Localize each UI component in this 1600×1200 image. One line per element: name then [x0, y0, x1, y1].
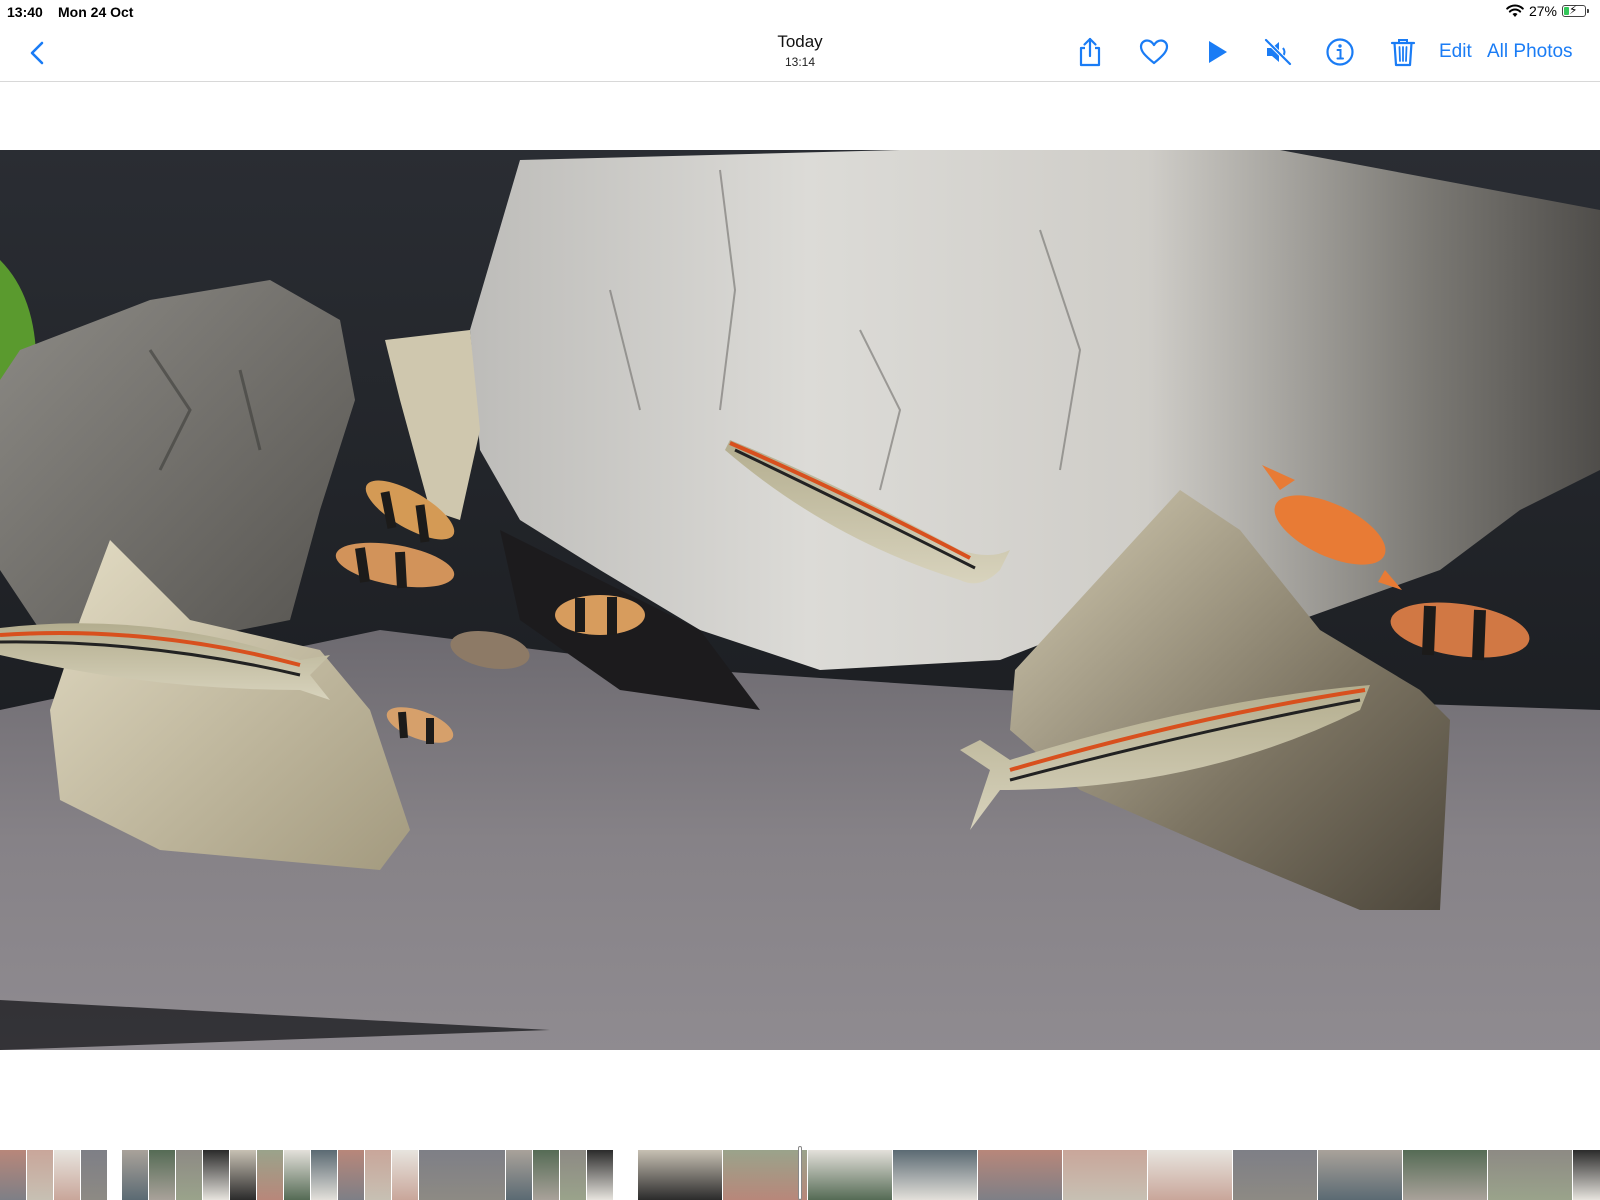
- status-bar: 13:40 Mon 24 Oct 27% ⚡: [0, 0, 1600, 24]
- thumbnail[interactable]: [978, 1150, 1062, 1200]
- thumbnail[interactable]: [257, 1150, 283, 1200]
- info-icon[interactable]: [1324, 36, 1356, 68]
- thumbnail[interactable]: [1233, 1150, 1317, 1200]
- scrubber-handle[interactable]: [798, 1146, 802, 1200]
- thumbnail[interactable]: [176, 1150, 202, 1200]
- thumbnail[interactable]: [1488, 1150, 1572, 1200]
- back-chevron-icon[interactable]: [24, 38, 52, 68]
- thumbnail[interactable]: [149, 1150, 175, 1200]
- edit-button[interactable]: Edit: [1439, 41, 1472, 63]
- mute-icon[interactable]: [1262, 36, 1294, 68]
- nav-title: Today: [777, 32, 823, 51]
- thumbnail[interactable]: [311, 1150, 337, 1200]
- thumbnail[interactable]: [587, 1150, 613, 1200]
- thumbnail[interactable]: [506, 1150, 532, 1200]
- thumbnail[interactable]: [723, 1150, 807, 1200]
- main-photo[interactable]: [0, 150, 1600, 1050]
- nav-bar: Today 13:14 Edit All Photos: [0, 24, 1600, 82]
- thumbnail[interactable]: [419, 1150, 505, 1200]
- thumbnail[interactable]: [54, 1150, 80, 1200]
- all-photos-button[interactable]: All Photos: [1487, 41, 1573, 63]
- thumbnail[interactable]: [0, 1150, 26, 1200]
- battery-icon: ⚡: [1562, 3, 1589, 17]
- thumbnail[interactable]: [1148, 1150, 1232, 1200]
- thumbnail[interactable]: [1573, 1150, 1600, 1200]
- thumbnail[interactable]: [560, 1150, 586, 1200]
- thumbnail[interactable]: [893, 1150, 977, 1200]
- heart-icon[interactable]: [1138, 36, 1170, 68]
- nav-title-block: Today 13:14: [700, 32, 900, 69]
- trash-icon[interactable]: [1387, 36, 1419, 68]
- thumbnail[interactable]: [638, 1150, 722, 1200]
- play-icon[interactable]: [1201, 36, 1233, 68]
- status-date: Mon 24 Oct: [58, 4, 134, 20]
- thumbnail[interactable]: [81, 1150, 107, 1200]
- thumbnail[interactable]: [27, 1150, 53, 1200]
- status-right-group: 27% ⚡: [1506, 3, 1589, 19]
- aquarium-image: [0, 150, 1600, 1050]
- thumbnail[interactable]: [365, 1150, 391, 1200]
- thumbnail[interactable]: [533, 1150, 559, 1200]
- thumbnail[interactable]: [1318, 1150, 1402, 1200]
- thumbnail[interactable]: [1063, 1150, 1147, 1200]
- share-icon[interactable]: [1074, 36, 1106, 68]
- thumbnail[interactable]: [392, 1150, 418, 1200]
- nav-subtitle: 13:14: [784, 55, 816, 69]
- thumbnail[interactable]: [230, 1150, 256, 1200]
- thumbnail[interactable]: [122, 1150, 148, 1200]
- charging-bolt-icon: ⚡: [1569, 3, 1578, 17]
- status-time: 13:40: [7, 4, 43, 20]
- thumbnail[interactable]: [284, 1150, 310, 1200]
- thumbnail[interactable]: [338, 1150, 364, 1200]
- battery-percent: 27%: [1528, 3, 1557, 19]
- thumbnail[interactable]: [808, 1150, 892, 1200]
- thumbnail[interactable]: [203, 1150, 229, 1200]
- wifi-icon: [1506, 4, 1524, 17]
- thumbnail[interactable]: [1403, 1150, 1487, 1200]
